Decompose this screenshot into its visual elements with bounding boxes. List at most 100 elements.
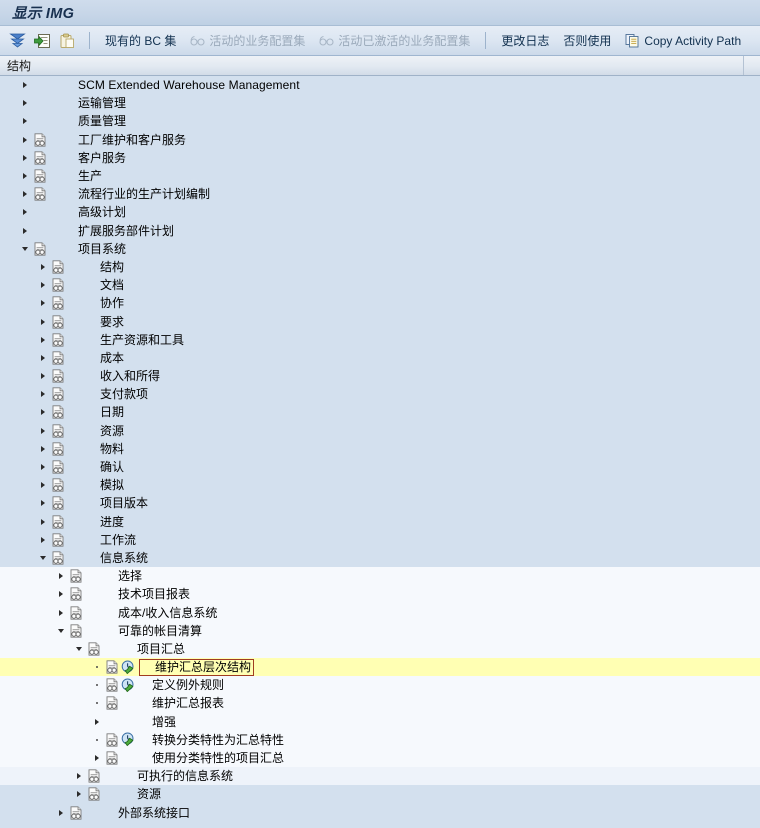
img-document-icon[interactable] xyxy=(67,567,84,585)
tree-row[interactable]: 扩展服务部件计划 xyxy=(0,221,760,240)
tree-row-label[interactable]: 外部系统接口 xyxy=(101,804,190,822)
expand-triangle-icon[interactable] xyxy=(18,112,31,130)
tree-row-label[interactable]: 进度 xyxy=(83,513,124,531)
tree-row-label[interactable]: 协作 xyxy=(83,294,124,312)
tree-row[interactable]: 工作流 xyxy=(0,530,760,549)
expand-triangle-icon[interactable] xyxy=(18,149,31,167)
tree-row-label[interactable]: 项目汇总 xyxy=(119,640,185,658)
tree-row-label[interactable]: 成本/收入信息系统 xyxy=(101,604,217,622)
tree-row[interactable]: 技术项目报表 xyxy=(0,585,760,604)
img-document-icon[interactable] xyxy=(49,494,66,512)
tree-row[interactable]: SCM Extended Warehouse Management xyxy=(0,76,760,95)
tree-row-label[interactable]: 物料 xyxy=(83,440,124,458)
expand-triangle-icon[interactable] xyxy=(36,258,49,276)
column-header-structure[interactable]: 结构 xyxy=(0,56,744,75)
img-document-icon[interactable] xyxy=(31,149,48,167)
tree-row[interactable]: 客户服务 xyxy=(0,148,760,167)
executable-activity-icon[interactable] xyxy=(120,676,137,694)
tree-row-label[interactable]: 转换分类特性为汇总特性 xyxy=(137,731,284,749)
toolbar-button-active-bc-sets[interactable]: 活动的业务配置集 xyxy=(183,33,312,49)
tree-row[interactable]: 日期 xyxy=(0,403,760,422)
tree-row[interactable]: 结构 xyxy=(0,257,760,277)
img-document-icon[interactable] xyxy=(67,585,84,603)
toolbar-button-change-log[interactable]: 更改日志 xyxy=(494,33,556,49)
expand-triangle-icon[interactable] xyxy=(54,604,67,622)
expand-triangle-icon[interactable] xyxy=(18,131,31,149)
img-document-icon[interactable] xyxy=(49,440,66,458)
tree-row-label[interactable]: 流程行业的生产计划编制 xyxy=(65,185,210,203)
tree-row-label[interactable]: 确认 xyxy=(83,458,124,476)
expand-triangle-icon[interactable] xyxy=(36,476,49,494)
tree-row-label[interactable]: 维护汇总层次结构 xyxy=(139,658,255,676)
img-document-icon[interactable] xyxy=(31,167,48,185)
tree-row[interactable]: 质量管理 xyxy=(0,112,760,131)
collapse-all-icon[interactable] xyxy=(6,30,28,52)
tree-row[interactable]: 维护汇总层次结构 xyxy=(0,658,760,677)
expand-triangle-icon[interactable] xyxy=(18,222,31,240)
img-document-icon[interactable] xyxy=(49,403,66,421)
tree-row[interactable]: 定义例外规则 xyxy=(0,676,760,695)
expand-triangle-icon[interactable] xyxy=(36,349,49,367)
img-document-icon[interactable] xyxy=(49,331,66,349)
tree-row[interactable]: 生产资源和工具 xyxy=(0,330,760,349)
img-document-icon[interactable] xyxy=(49,549,66,567)
expand-triangle-icon[interactable] xyxy=(72,767,85,785)
toolbar-button-activated-bc-sets[interactable]: 活动已激活的业务配置集 xyxy=(312,33,477,49)
tree-row[interactable]: 成本/收入信息系统 xyxy=(0,603,760,622)
expand-triangle-icon[interactable] xyxy=(54,804,67,822)
img-document-icon[interactable] xyxy=(103,731,120,749)
tree-row-label[interactable]: 技术项目报表 xyxy=(101,585,190,603)
tree-row-label[interactable]: 项目版本 xyxy=(83,494,148,512)
img-document-icon[interactable] xyxy=(49,313,66,331)
tree-row-label[interactable]: 成本 xyxy=(83,349,124,367)
executable-activity-icon[interactable] xyxy=(120,658,137,676)
tree-row[interactable]: 资源 xyxy=(0,785,760,804)
tree-row-label[interactable]: 工厂维护和客户服务 xyxy=(65,131,186,149)
img-document-icon[interactable] xyxy=(49,367,66,385)
tree-row-label[interactable]: 增强 xyxy=(137,713,176,731)
expand-triangle-icon[interactable] xyxy=(36,422,49,440)
tree-row-label[interactable]: 文档 xyxy=(83,276,124,294)
collapse-triangle-icon[interactable] xyxy=(18,240,31,258)
collapse-triangle-icon[interactable] xyxy=(36,549,49,567)
img-document-icon[interactable] xyxy=(49,513,66,531)
tree-row[interactable]: 转换分类特性为汇总特性 xyxy=(0,730,760,749)
img-document-icon[interactable] xyxy=(49,458,66,476)
expand-triangle-icon[interactable] xyxy=(54,585,67,603)
tree-row-label[interactable]: 使用分类特性的项目汇总 xyxy=(137,749,284,767)
tree-row-label[interactable]: 项目系统 xyxy=(65,240,126,258)
expand-triangle-icon[interactable] xyxy=(36,331,49,349)
expand-triangle-icon[interactable] xyxy=(36,513,49,531)
img-document-icon[interactable] xyxy=(67,804,84,822)
tree-row-label[interactable]: 扩展服务部件计划 xyxy=(65,222,174,240)
img-document-icon[interactable] xyxy=(49,531,66,549)
img-document-icon[interactable] xyxy=(103,658,120,676)
expand-triangle-icon[interactable] xyxy=(36,276,49,294)
tree-row-label[interactable]: 结构 xyxy=(83,258,124,276)
expand-triangle-icon[interactable] xyxy=(90,713,103,731)
expand-triangle-icon[interactable] xyxy=(18,94,31,112)
tree-row[interactable]: 收入和所得 xyxy=(0,367,760,386)
tree-row-label[interactable]: 收入和所得 xyxy=(83,367,160,385)
tree-row[interactable]: 进度 xyxy=(0,512,760,531)
tree-row-label[interactable]: 工作流 xyxy=(83,531,136,549)
img-document-icon[interactable] xyxy=(31,240,48,258)
tree-row[interactable]: 可靠的帐目清算 xyxy=(0,621,760,640)
tree-row-label[interactable]: 资源 xyxy=(83,422,124,440)
img-document-icon[interactable] xyxy=(85,640,102,658)
tree-row[interactable]: 运输管理 xyxy=(0,94,760,113)
img-document-icon[interactable] xyxy=(49,349,66,367)
img-document-icon[interactable] xyxy=(85,767,102,785)
expand-triangle-icon[interactable] xyxy=(36,385,49,403)
expand-triangle-icon[interactable] xyxy=(36,294,49,312)
tree-row[interactable]: 流程行业的生产计划编制 xyxy=(0,185,760,204)
expand-triangle-icon[interactable] xyxy=(36,367,49,385)
tree-row-label[interactable]: 可靠的帐目清算 xyxy=(101,622,202,640)
toolbar-button-otherwise-use[interactable]: 否则使用 xyxy=(556,33,618,49)
img-document-icon[interactable] xyxy=(67,604,84,622)
tree-row[interactable]: 资源 xyxy=(0,421,760,440)
tree-row[interactable]: 项目系统 xyxy=(0,239,760,258)
tree-row[interactable]: 支付款项 xyxy=(0,385,760,404)
collapse-triangle-icon[interactable] xyxy=(72,640,85,658)
tree-row[interactable]: 可执行的信息系统 xyxy=(0,767,760,786)
